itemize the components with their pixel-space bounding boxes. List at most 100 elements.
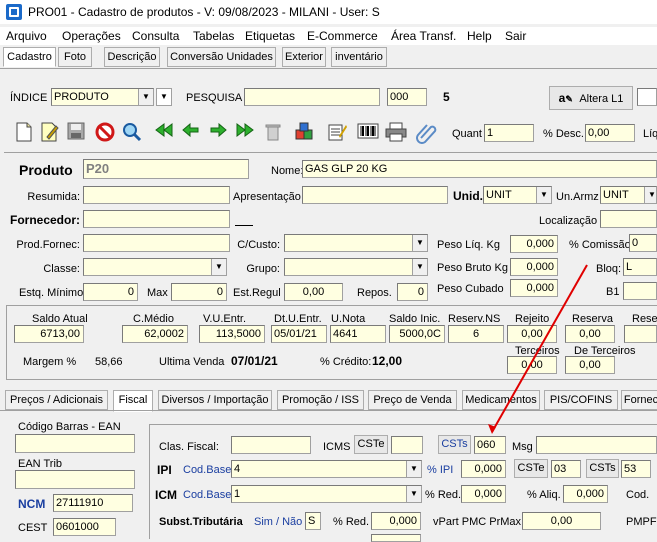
nome-input[interactable]: GAS GLP 20 KG [302,160,657,178]
ncm-input[interactable]: 27111910 [53,494,133,512]
vpart-input[interactable]: 0,00 [522,512,601,530]
fornecedor-input[interactable] [83,210,230,228]
chevron-down-icon[interactable]: ▼ [406,461,421,477]
tab-pis-cofins[interactable]: PIS/COFINS [544,390,618,410]
search-icon[interactable] [121,122,143,144]
tab-diversos-importacao[interactable]: Diversos / Importação [158,390,272,410]
localizacao-input[interactable] [600,210,657,228]
sim-nao-input[interactable]: S [305,512,321,530]
chevron-down-icon[interactable]: ▼ [412,235,427,251]
unid-select[interactable]: UNIT ▼ [483,186,552,204]
menu-tabelas[interactable]: Tabelas [193,29,234,43]
ean-input[interactable] [15,434,135,453]
bottom-partial-input[interactable] [371,534,421,542]
ipi-csts-input[interactable]: 53 [621,460,651,478]
new-document-icon[interactable] [13,122,35,144]
chevron-down-icon[interactable]: ▼ [644,187,656,203]
max-input[interactable]: 0 [171,283,227,301]
notes-icon[interactable] [326,122,348,144]
peso-cubado-input[interactable]: 0,000 [510,279,558,297]
saldo-inic-value[interactable]: 5000,0C [389,325,445,343]
menu-sair[interactable]: Sair [505,29,526,43]
icm-red-input[interactable]: 0,000 [461,485,506,503]
chevron-down-icon[interactable]: ▼ [412,259,427,275]
unota-value[interactable]: 4641 [330,325,386,343]
dtuentr-value[interactable]: 05/01/21 [271,325,327,343]
icms-cste-input[interactable] [391,436,423,454]
reserv-ns-value[interactable]: 6 [448,325,504,343]
tab-preco-de-venda[interactable]: Preço de Venda [368,390,457,410]
cmedio-value[interactable]: 62,0002 [122,325,188,343]
resumida-input[interactable] [83,186,230,204]
menu-operacoes[interactable]: Operações [62,29,121,43]
saldo-atual-value[interactable]: 6713,00 [14,325,84,343]
icms-csts-button[interactable]: CSTs [438,435,471,454]
trash-icon[interactable] [262,122,284,144]
quant-input[interactable]: 1 [484,124,534,142]
icms-cste-button[interactable]: CSTe [354,435,388,454]
tab-precos-adicionais[interactable]: Preços / Adicionais [5,390,108,410]
chevron-down-icon[interactable]: ▼ [406,486,421,502]
attach-icon[interactable] [416,122,438,144]
bloq-input[interactable]: L [623,258,657,276]
tab-descricao[interactable]: Descrição [104,47,160,67]
peso-liq-input[interactable]: 0,000 [510,235,558,253]
chevron-down-icon[interactable]: ▼ [211,259,226,275]
tab-exterior[interactable]: Exterior [282,47,326,67]
repos-input[interactable]: 0 [397,283,428,301]
altera-l1-button[interactable]: a✎ Altera L1 [549,86,633,110]
code-input[interactable]: 000 [387,88,427,106]
estq-min-input[interactable]: 0 [83,283,138,301]
ccusto-select[interactable]: ▼ [284,234,428,252]
next-record-icon[interactable] [207,122,229,144]
tab-inventario[interactable]: inventário [331,47,387,67]
ipi-cste-button[interactable]: CSTe [514,459,548,478]
first-record-icon[interactable] [153,122,175,144]
peso-bruto-input[interactable]: 0,000 [510,258,558,276]
tab-medicamentos[interactable]: Medicamentos [462,390,540,410]
ean-trib-input[interactable] [15,470,135,489]
edit-document-icon[interactable] [39,122,61,144]
chevron-down-icon[interactable]: ▼ [536,187,551,203]
rejeito-value[interactable]: 0,00 [507,325,557,343]
prodfornec-input[interactable] [83,234,230,252]
icms-csts-input[interactable]: 060 [474,436,506,454]
grupo-select[interactable]: ▼ [284,258,428,276]
comissao-input[interactable]: 0 [629,234,657,252]
tab-foto[interactable]: Foto [58,47,92,67]
msg-input[interactable] [536,436,657,454]
est-regul-input[interactable]: 0,00 [284,283,343,301]
cest-input[interactable]: 0601000 [53,518,116,536]
save-icon[interactable] [65,122,87,144]
altera-side-input[interactable] [637,88,657,106]
terceiros-value[interactable]: 0,00 [507,356,557,374]
subst-red-input[interactable]: 0,000 [371,512,421,530]
pesquisa-input[interactable] [244,88,380,106]
menu-arquivo[interactable]: Arquivo [6,29,47,43]
tab-conversao-unidades[interactable]: Conversão Unidades [167,47,276,67]
aliq-input[interactable]: 0,000 [563,485,608,503]
de-terceiros-value[interactable]: 0,00 [565,356,615,374]
tab-fiscal[interactable]: Fiscal [113,390,153,412]
previous-record-icon[interactable] [180,122,202,144]
last-record-icon[interactable] [234,122,256,144]
menu-consulta[interactable]: Consulta [132,29,179,43]
indice-order-button[interactable]: ▼ [156,88,172,106]
menu-ecommerce[interactable]: E-Commerce [307,29,378,43]
menu-area-transf[interactable]: Área Transf. [391,29,456,43]
pct-ipi-input[interactable]: 0,000 [461,460,506,478]
tab-promocao-iss[interactable]: Promoção / ISS [277,390,364,410]
menu-help[interactable]: Help [467,29,492,43]
boxes-icon[interactable] [294,122,316,144]
b1-input[interactable] [623,282,657,300]
vuentr-value[interactable]: 113,5000 [199,325,265,343]
desc-input[interactable]: 0,00 [585,124,635,142]
rese-value[interactable] [624,325,657,343]
ipi-cod-base-select[interactable]: 4 ▼ [231,460,422,478]
unarmz-select[interactable]: UNIT ▼ [600,186,657,204]
produto-code-input[interactable]: P20 [83,159,249,179]
menu-etiquetas[interactable]: Etiquetas [245,29,295,43]
clas-fiscal-input[interactable] [231,436,311,454]
reserva-value[interactable]: 0,00 [565,325,615,343]
ipi-csts-button[interactable]: CSTs [586,459,619,478]
